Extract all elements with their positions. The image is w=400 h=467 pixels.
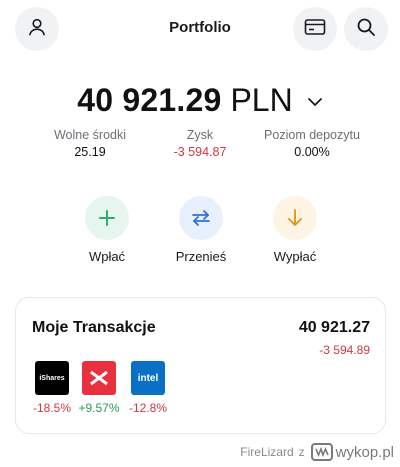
- transfer-button[interactable]: Przenieś: [161, 196, 241, 264]
- transactions-title: Moje Transakcje: [32, 319, 156, 336]
- transactions-change: -3 594.89: [319, 343, 370, 357]
- wykop-logo-icon: [310, 443, 333, 461]
- watermark-separator: z: [298, 445, 305, 459]
- withdraw-button[interactable]: Wypłać: [255, 196, 335, 264]
- page-title: Portfolio: [169, 19, 231, 36]
- stat-profit: Zysk -3 594.87: [160, 128, 240, 159]
- stat-margin-level: Poziom depozytu 0.00%: [256, 128, 368, 159]
- deposit-button[interactable]: Wpłać: [67, 196, 147, 264]
- transactions-total: 40 921.27: [298, 319, 370, 336]
- stat-value: 25.19: [74, 145, 106, 159]
- plus-icon: [85, 196, 129, 240]
- asset-logo-text: iShares: [39, 374, 65, 382]
- search-button[interactable]: [344, 7, 388, 51]
- stat-value: 0.00%: [294, 145, 330, 159]
- deposit-label: Wpłać: [88, 249, 126, 264]
- stat-label: Wolne środki: [53, 128, 127, 142]
- watermark-site: wykop.pl: [335, 443, 394, 461]
- balance-currency: PLN: [230, 82, 293, 118]
- asset-item[interactable]: iShares -18.5%: [32, 361, 72, 415]
- transfer-arrows-icon: [179, 196, 223, 240]
- asset-change: -12.8%: [128, 401, 168, 415]
- card-icon: [304, 18, 326, 41]
- asset-item[interactable]: intel -12.8%: [128, 361, 168, 415]
- chevron-down-icon[interactable]: [307, 94, 323, 112]
- balance-display[interactable]: 40 921.29 PLN: [0, 82, 400, 119]
- stat-free-funds: Wolne środki 25.19: [48, 128, 132, 159]
- asset-logo-text: intel: [137, 372, 159, 384]
- stat-value: -3 594.87: [173, 145, 227, 159]
- ishares-logo: iShares: [35, 361, 69, 395]
- watermark-user: FireLizard: [240, 445, 294, 459]
- cards-button[interactable]: [293, 7, 337, 51]
- stat-label: Zysk: [186, 128, 214, 142]
- withdraw-label: Wypłać: [273, 249, 317, 264]
- xtb-logo: [82, 361, 116, 395]
- search-icon: [356, 17, 376, 42]
- arrow-down-icon: [273, 196, 317, 240]
- transfer-label: Przenieś: [175, 249, 227, 264]
- asset-item[interactable]: +9.57%: [78, 361, 120, 415]
- watermark: FireLizard z wykop.pl: [240, 443, 394, 461]
- transactions-card[interactable]: Moje Transakcje 40 921.27 -3 594.89 iSha…: [15, 297, 386, 434]
- stat-label: Poziom depozytu: [264, 128, 360, 142]
- balance-amount: 40 921.29: [77, 82, 222, 118]
- intel-logo: intel: [131, 361, 165, 395]
